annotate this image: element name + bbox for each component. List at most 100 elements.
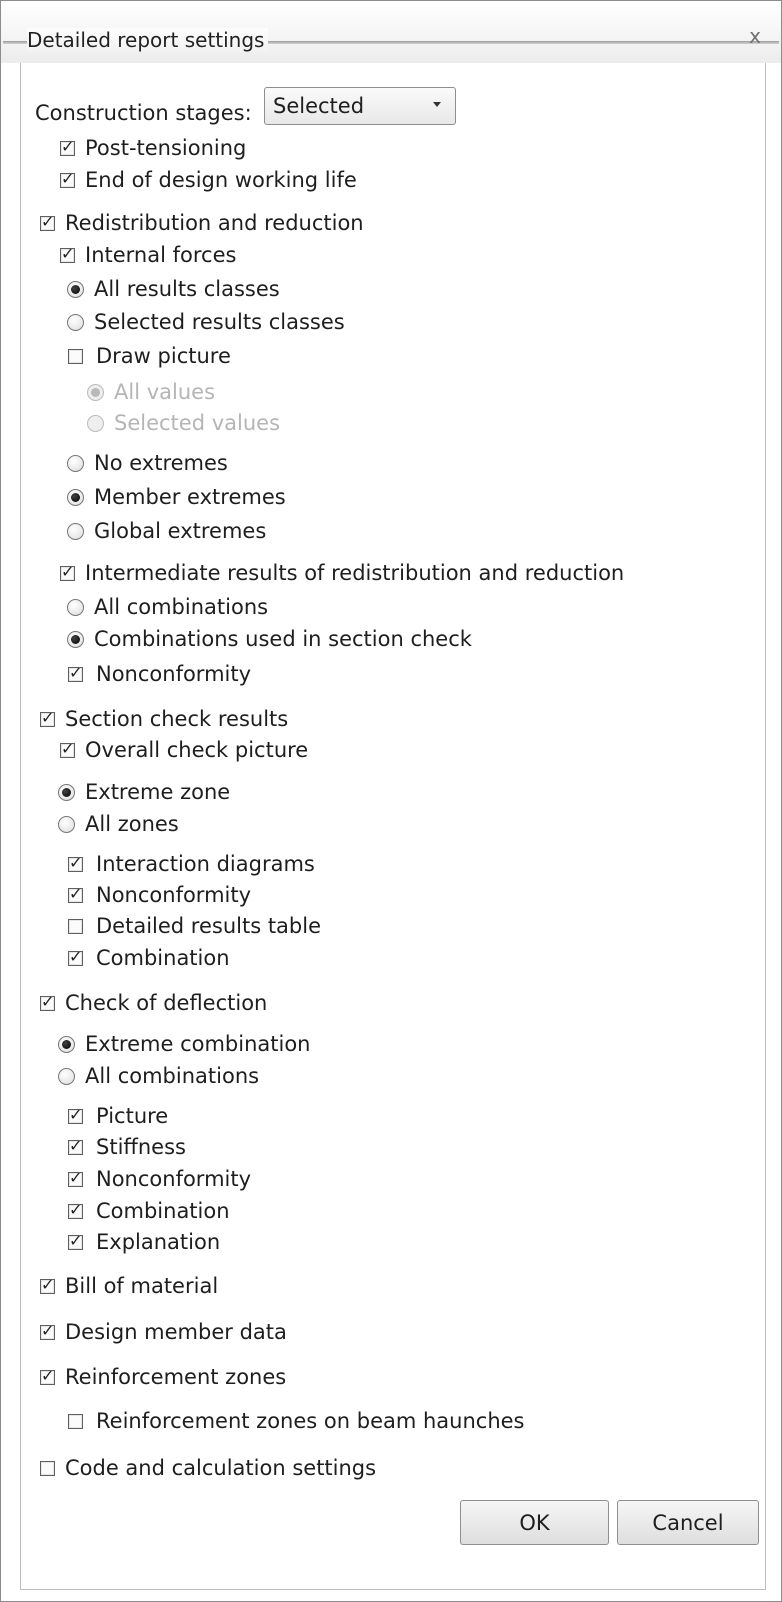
interaction-diagrams-label: Interaction diagrams [96,852,315,876]
end-of-life-checkbox[interactable]: End of design working life [60,165,357,195]
radio-icon[interactable] [67,488,84,506]
checkbox-icon[interactable] [40,708,55,727]
bill-of-material-checkbox[interactable]: Bill of material [40,1271,218,1301]
radio-icon[interactable] [58,815,75,833]
stiffness-checkbox[interactable]: Stiffness [68,1132,186,1162]
picture-label: Picture [96,1104,169,1128]
radio-icon[interactable] [67,280,84,298]
internal-forces-checkbox[interactable]: Internal forces [60,240,236,270]
checkbox-icon[interactable] [40,1321,55,1340]
checkbox-icon[interactable] [68,853,83,872]
radio-icon[interactable] [58,783,75,801]
extreme-combination-radio[interactable]: Extreme combination [58,1029,311,1059]
section-combination-checkbox[interactable]: Combination [68,943,230,973]
picture-checkbox[interactable]: Picture [68,1101,168,1131]
checkbox-icon[interactable] [60,739,75,758]
checkbox-icon[interactable] [68,918,83,934]
radio-icon[interactable] [58,1035,75,1053]
selected-values-label: Selected values [114,411,281,435]
deflection-all-combinations-radio[interactable]: All combinations [58,1061,259,1091]
checkbox-icon[interactable] [40,992,55,1011]
stiffness-label: Stiffness [96,1135,186,1159]
radio-icon[interactable] [67,630,84,648]
global-extremes-label: Global extremes [94,519,267,543]
checkbox-icon[interactable] [40,1366,55,1385]
section-check-checkbox[interactable]: Section check results [40,704,288,734]
redistribution-nonconformity-label: Nonconformity [96,662,252,686]
overall-picture-checkbox[interactable]: Overall check picture [60,735,308,765]
radio-icon[interactable] [67,454,84,472]
all-zones-radio[interactable]: All zones [58,809,179,839]
design-member-data-checkbox[interactable]: Design member data [40,1317,287,1347]
no-extremes-radio[interactable]: No extremes [67,448,228,478]
section-nonconformity-checkbox[interactable]: Nonconformity [68,880,251,910]
deflection-nonconformity-checkbox[interactable]: Nonconformity [68,1164,251,1194]
redistribution-nonconformity-checkbox[interactable]: Nonconformity [68,659,251,689]
radio-icon[interactable] [67,598,84,616]
all-zones-label: All zones [85,812,179,836]
explanation-checkbox[interactable]: Explanation [68,1227,220,1257]
radio-icon[interactable] [67,313,84,331]
report-settings-dialog: Detailed report settings x Construction … [0,0,782,1602]
extreme-zone-radio[interactable]: Extreme zone [58,777,230,807]
construction-stages-label: Construction stages: [35,101,252,125]
checkbox-icon[interactable] [68,884,83,903]
checkbox-icon[interactable] [68,947,83,966]
post-tensioning-checkbox[interactable]: Post-tensioning [60,133,246,163]
deflection-all-combinations-label: All combinations [85,1064,260,1088]
redistribution-checkbox[interactable]: Redistribution and reduction [40,208,364,238]
checkbox-icon[interactable] [68,1136,83,1155]
haunches-checkbox[interactable]: Reinforcement zones on beam haunches [68,1406,525,1436]
detailed-table-checkbox[interactable]: Detailed results table [68,911,321,941]
checkbox-icon[interactable] [68,1200,83,1219]
checkbox-icon[interactable] [60,169,75,188]
construction-stages-value: Selected [273,94,365,118]
section-check-label: Section check results [65,707,289,731]
extreme-combination-label: Extreme combination [85,1032,311,1056]
checkbox-icon[interactable] [68,663,83,682]
global-extremes-radio[interactable]: Global extremes [67,516,266,546]
checkbox-icon[interactable] [68,1105,83,1124]
selected-results-classes-radio[interactable]: Selected results classes [67,307,345,337]
radio-icon[interactable] [58,1067,75,1085]
cancel-button[interactable]: Cancel [617,1500,759,1545]
intermediate-results-checkbox[interactable]: Intermediate results of redistribution a… [60,558,624,588]
draw-picture-checkbox[interactable]: Draw picture [68,341,231,371]
intermediate-results-label: Intermediate results of redistribution a… [85,561,625,585]
radio-icon[interactable] [67,522,84,540]
interaction-diagrams-checkbox[interactable]: Interaction diagrams [68,849,315,879]
checkbox-icon[interactable] [68,1168,83,1187]
checkbox-icon[interactable] [40,212,55,231]
post-tensioning-label: Post-tensioning [85,136,247,160]
no-extremes-label: No extremes [94,451,228,475]
code-settings-checkbox[interactable]: Code and calculation settings [40,1453,376,1483]
radio-icon [87,414,104,432]
detailed-table-label: Detailed results table [96,914,322,938]
construction-stages-select[interactable]: Selected [264,87,456,125]
deflection-combination-checkbox[interactable]: Combination [68,1196,230,1226]
all-results-classes-label: All results classes [94,277,280,301]
checkbox-icon[interactable] [68,348,83,364]
close-icon[interactable]: x [743,25,767,49]
checkbox-icon[interactable] [40,1460,55,1476]
all-results-classes-radio[interactable]: All results classes [67,274,280,304]
combinations-used-radio[interactable]: Combinations used in section check [67,624,472,654]
checkbox-icon[interactable] [60,562,75,581]
title-bar: Detailed report settings x [1,1,781,63]
selected-values-radio: Selected values [87,408,280,438]
combinations-used-label: Combinations used in section check [94,627,472,651]
checkbox-icon[interactable] [40,1275,55,1294]
checkbox-icon[interactable] [68,1231,83,1250]
design-member-data-label: Design member data [65,1320,287,1344]
reinforcement-zones-checkbox[interactable]: Reinforcement zones [40,1362,286,1392]
all-values-label: All values [114,380,216,404]
deflection-checkbox[interactable]: Check of deflection [40,988,267,1018]
checkbox-icon[interactable] [60,244,75,263]
checkbox-icon[interactable] [68,1413,83,1429]
ok-button[interactable]: OK [460,1500,609,1545]
member-extremes-radio[interactable]: Member extremes [67,482,286,512]
all-combinations-radio[interactable]: All combinations [67,592,268,622]
internal-forces-label: Internal forces [85,243,237,267]
deflection-combination-label: Combination [96,1199,230,1223]
checkbox-icon[interactable] [60,137,75,156]
